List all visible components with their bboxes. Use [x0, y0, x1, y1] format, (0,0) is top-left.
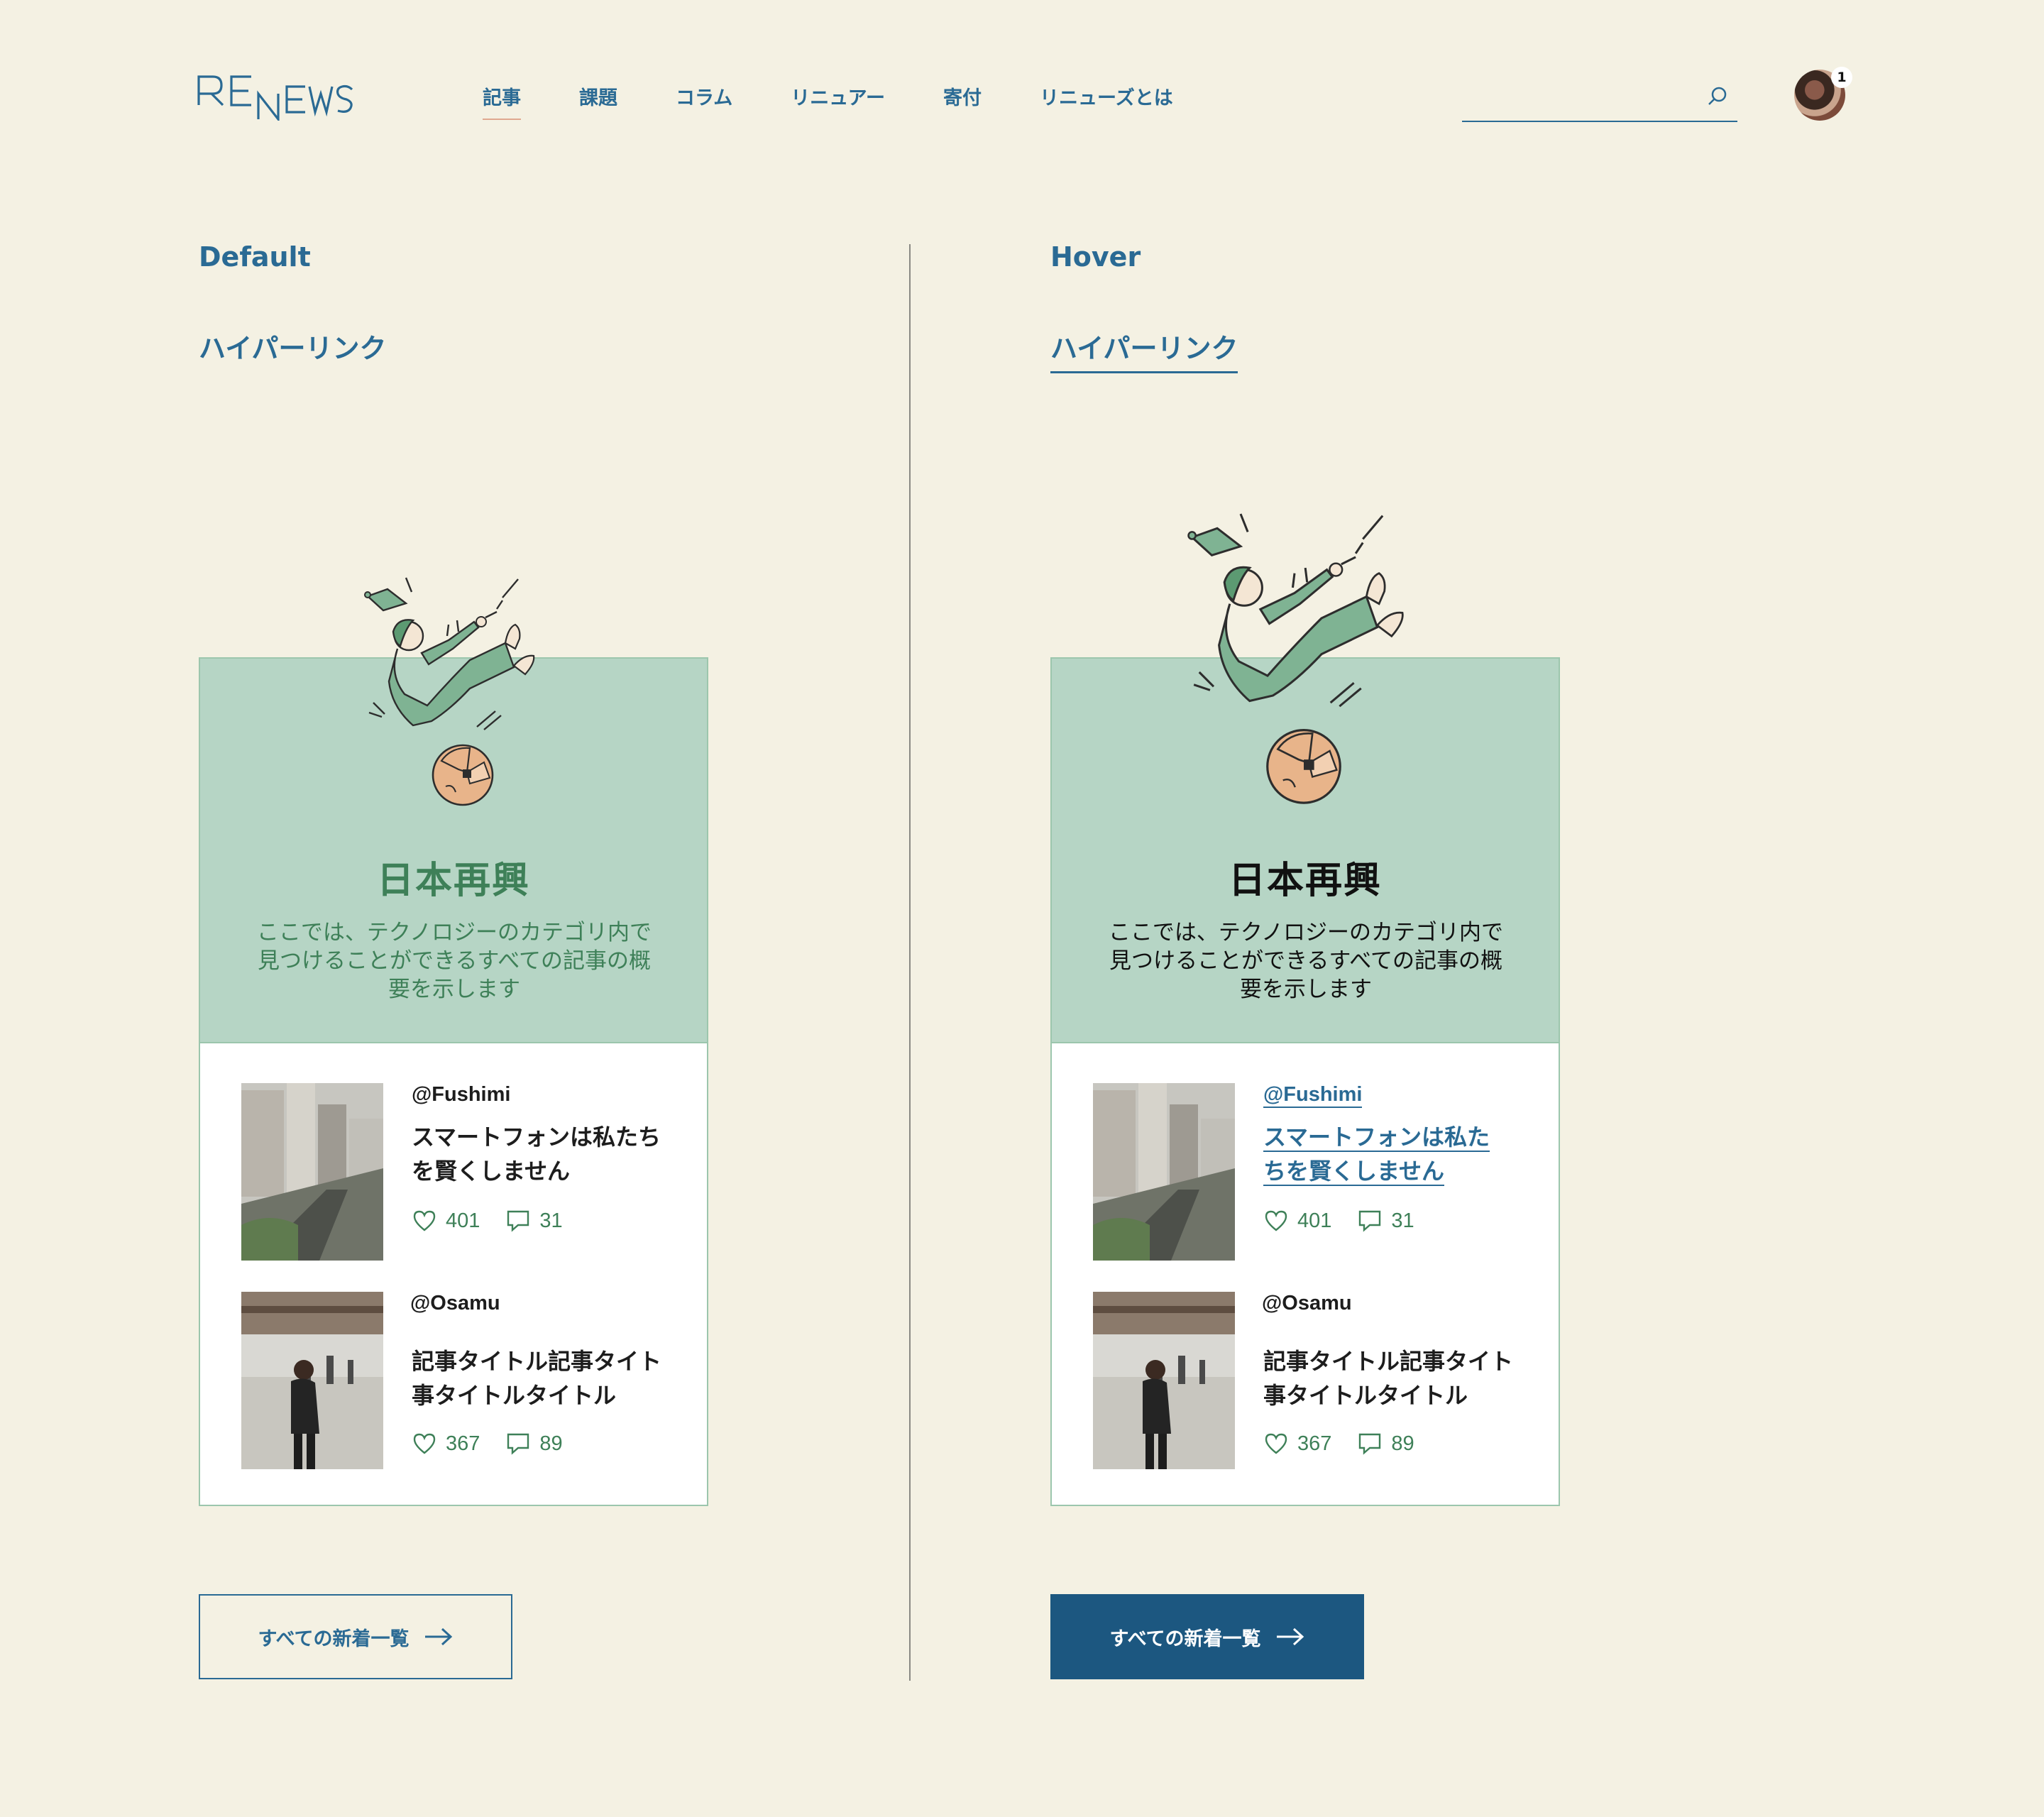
- article-item[interactable]: @Osamu 記事タイトル記事タイト事タイトルタイトル 367 89: [1093, 1292, 1533, 1469]
- comment-count-value: 31: [539, 1209, 563, 1232]
- article-stats: 367 89: [1263, 1431, 1440, 1456]
- category-card-hover[interactable]: 日本再興 ここでは、テクノロジーのカテゴリ内で見つけることができるすべての記事の…: [1050, 513, 1560, 1506]
- heart-icon: [1265, 1433, 1287, 1454]
- like-count-value: 367: [446, 1432, 480, 1455]
- article-stats: 401 31: [1263, 1208, 1440, 1234]
- user-avatar[interactable]: 1: [1794, 67, 1852, 121]
- comment-count[interactable]: 31: [1357, 1208, 1414, 1234]
- heart-icon: [413, 1210, 436, 1231]
- arrow-right-icon: [424, 1627, 452, 1646]
- article-title[interactable]: 記事タイトル記事タイト事タイトルタイトル: [1263, 1344, 1527, 1412]
- article-thumbnail-woman: [1093, 1292, 1235, 1469]
- article-title[interactable]: スマートフォンは私た ちを賢くしません: [1263, 1120, 1519, 1188]
- like-count[interactable]: 367: [1263, 1431, 1331, 1456]
- comment-count-value: 89: [539, 1432, 563, 1455]
- notification-badge: 1: [1831, 67, 1852, 88]
- comment-icon: [507, 1210, 529, 1232]
- article-stats: 367 89: [412, 1431, 588, 1456]
- article-title-line: スマートフォンは私た: [1263, 1124, 1490, 1152]
- card-description: ここでは、テクノロジーのカテゴリ内で見つけることができるすべての記事の概要を示し…: [256, 920, 652, 1002]
- article-item[interactable]: @Fushimi スマートフォンは私たちを賢くしません 401 31: [241, 1083, 681, 1261]
- nav-item-donation[interactable]: 寄付: [943, 82, 982, 120]
- article-author[interactable]: @Osamu: [1262, 1292, 1352, 1315]
- view-all-new-label: すべての新着一覧: [258, 1627, 410, 1650]
- article-title[interactable]: スマートフォンは私たちを賢くしません: [412, 1120, 667, 1188]
- article-stats: 401 31: [412, 1208, 588, 1234]
- heart-icon: [413, 1433, 436, 1454]
- like-count[interactable]: 367: [412, 1431, 480, 1456]
- comment-icon: [1359, 1433, 1381, 1455]
- article-thumbnail-city: [1093, 1083, 1235, 1261]
- article-author[interactable]: @Fushimi: [412, 1083, 510, 1107]
- comment-icon: [1359, 1210, 1381, 1232]
- article-title[interactable]: 記事タイトル記事タイト事タイトルタイトル: [412, 1344, 676, 1412]
- comment-count[interactable]: 31: [505, 1208, 563, 1234]
- like-count-value: 367: [1297, 1432, 1332, 1455]
- view-all-new-button-hover[interactable]: すべての新着一覧: [1050, 1594, 1364, 1679]
- state-label-hover: Hover: [1050, 241, 1141, 273]
- view-all-new-label: すべての新着一覧: [1109, 1627, 1261, 1650]
- article-item[interactable]: @Fushimi スマートフォンは私た ちを賢くしません 401 31: [1093, 1083, 1533, 1261]
- card-header: 日本再興 ここでは、テクノロジーのカテゴリ内で見つけることができるすべての記事の…: [200, 577, 707, 1043]
- arrow-right-icon: [1276, 1627, 1304, 1646]
- heart-icon: [1265, 1210, 1287, 1231]
- comment-count[interactable]: 89: [1357, 1431, 1414, 1456]
- hyperlink-default[interactable]: ハイパーリンク: [199, 326, 386, 371]
- card-header: 日本再興 ここでは、テクノロジーのカテゴリ内で見つけることができるすべての記事の…: [1052, 513, 1559, 1043]
- like-count-value: 401: [446, 1209, 480, 1232]
- category-card-default[interactable]: 日本再興 ここでは、テクノロジーのカテゴリ内で見つけることができるすべての記事の…: [199, 577, 708, 1506]
- card-title: 日本再興: [1228, 860, 1382, 902]
- card-title: 日本再興: [376, 860, 530, 902]
- comment-count-value: 89: [1391, 1432, 1414, 1455]
- like-count[interactable]: 401: [412, 1208, 480, 1234]
- card-description: ここでは、テクノロジーのカテゴリ内で見つけることができるすべての記事の概要を示し…: [1108, 920, 1504, 1002]
- article-title-line: ちを賢くしません: [1263, 1158, 1445, 1186]
- article-thumbnail-woman: [241, 1292, 383, 1469]
- cracked-globe-icon: [1266, 729, 1341, 804]
- hover-state-column: Hover ハイパーリンク 日本再興 ここでは、テクノロジーのカテゴリ内で見つけ…: [1050, 0, 1760, 1817]
- cracked-globe-icon: [432, 744, 494, 806]
- comment-count-value: 31: [1391, 1209, 1414, 1232]
- article-author[interactable]: @Osamu: [410, 1292, 500, 1315]
- view-all-new-button[interactable]: すべての新着一覧: [199, 1594, 512, 1679]
- article-author[interactable]: @Fushimi: [1263, 1083, 1363, 1108]
- article-thumbnail-city: [241, 1083, 383, 1261]
- hyperlink-hover[interactable]: ハイパーリンク: [1050, 326, 1238, 373]
- like-count-value: 401: [1297, 1209, 1332, 1232]
- state-label-default: Default: [199, 241, 311, 273]
- like-count[interactable]: 401: [1263, 1208, 1331, 1234]
- default-state-column: Default ハイパーリンク 日本再興 ここでは、テクノロジーのカテゴリ内で見…: [199, 0, 908, 1817]
- comment-count[interactable]: 89: [505, 1431, 563, 1456]
- column-divider: [909, 244, 911, 1681]
- article-item[interactable]: @Osamu 記事タイトル記事タイト事タイトルタイトル 367 89: [241, 1292, 681, 1469]
- comment-icon: [507, 1433, 529, 1455]
